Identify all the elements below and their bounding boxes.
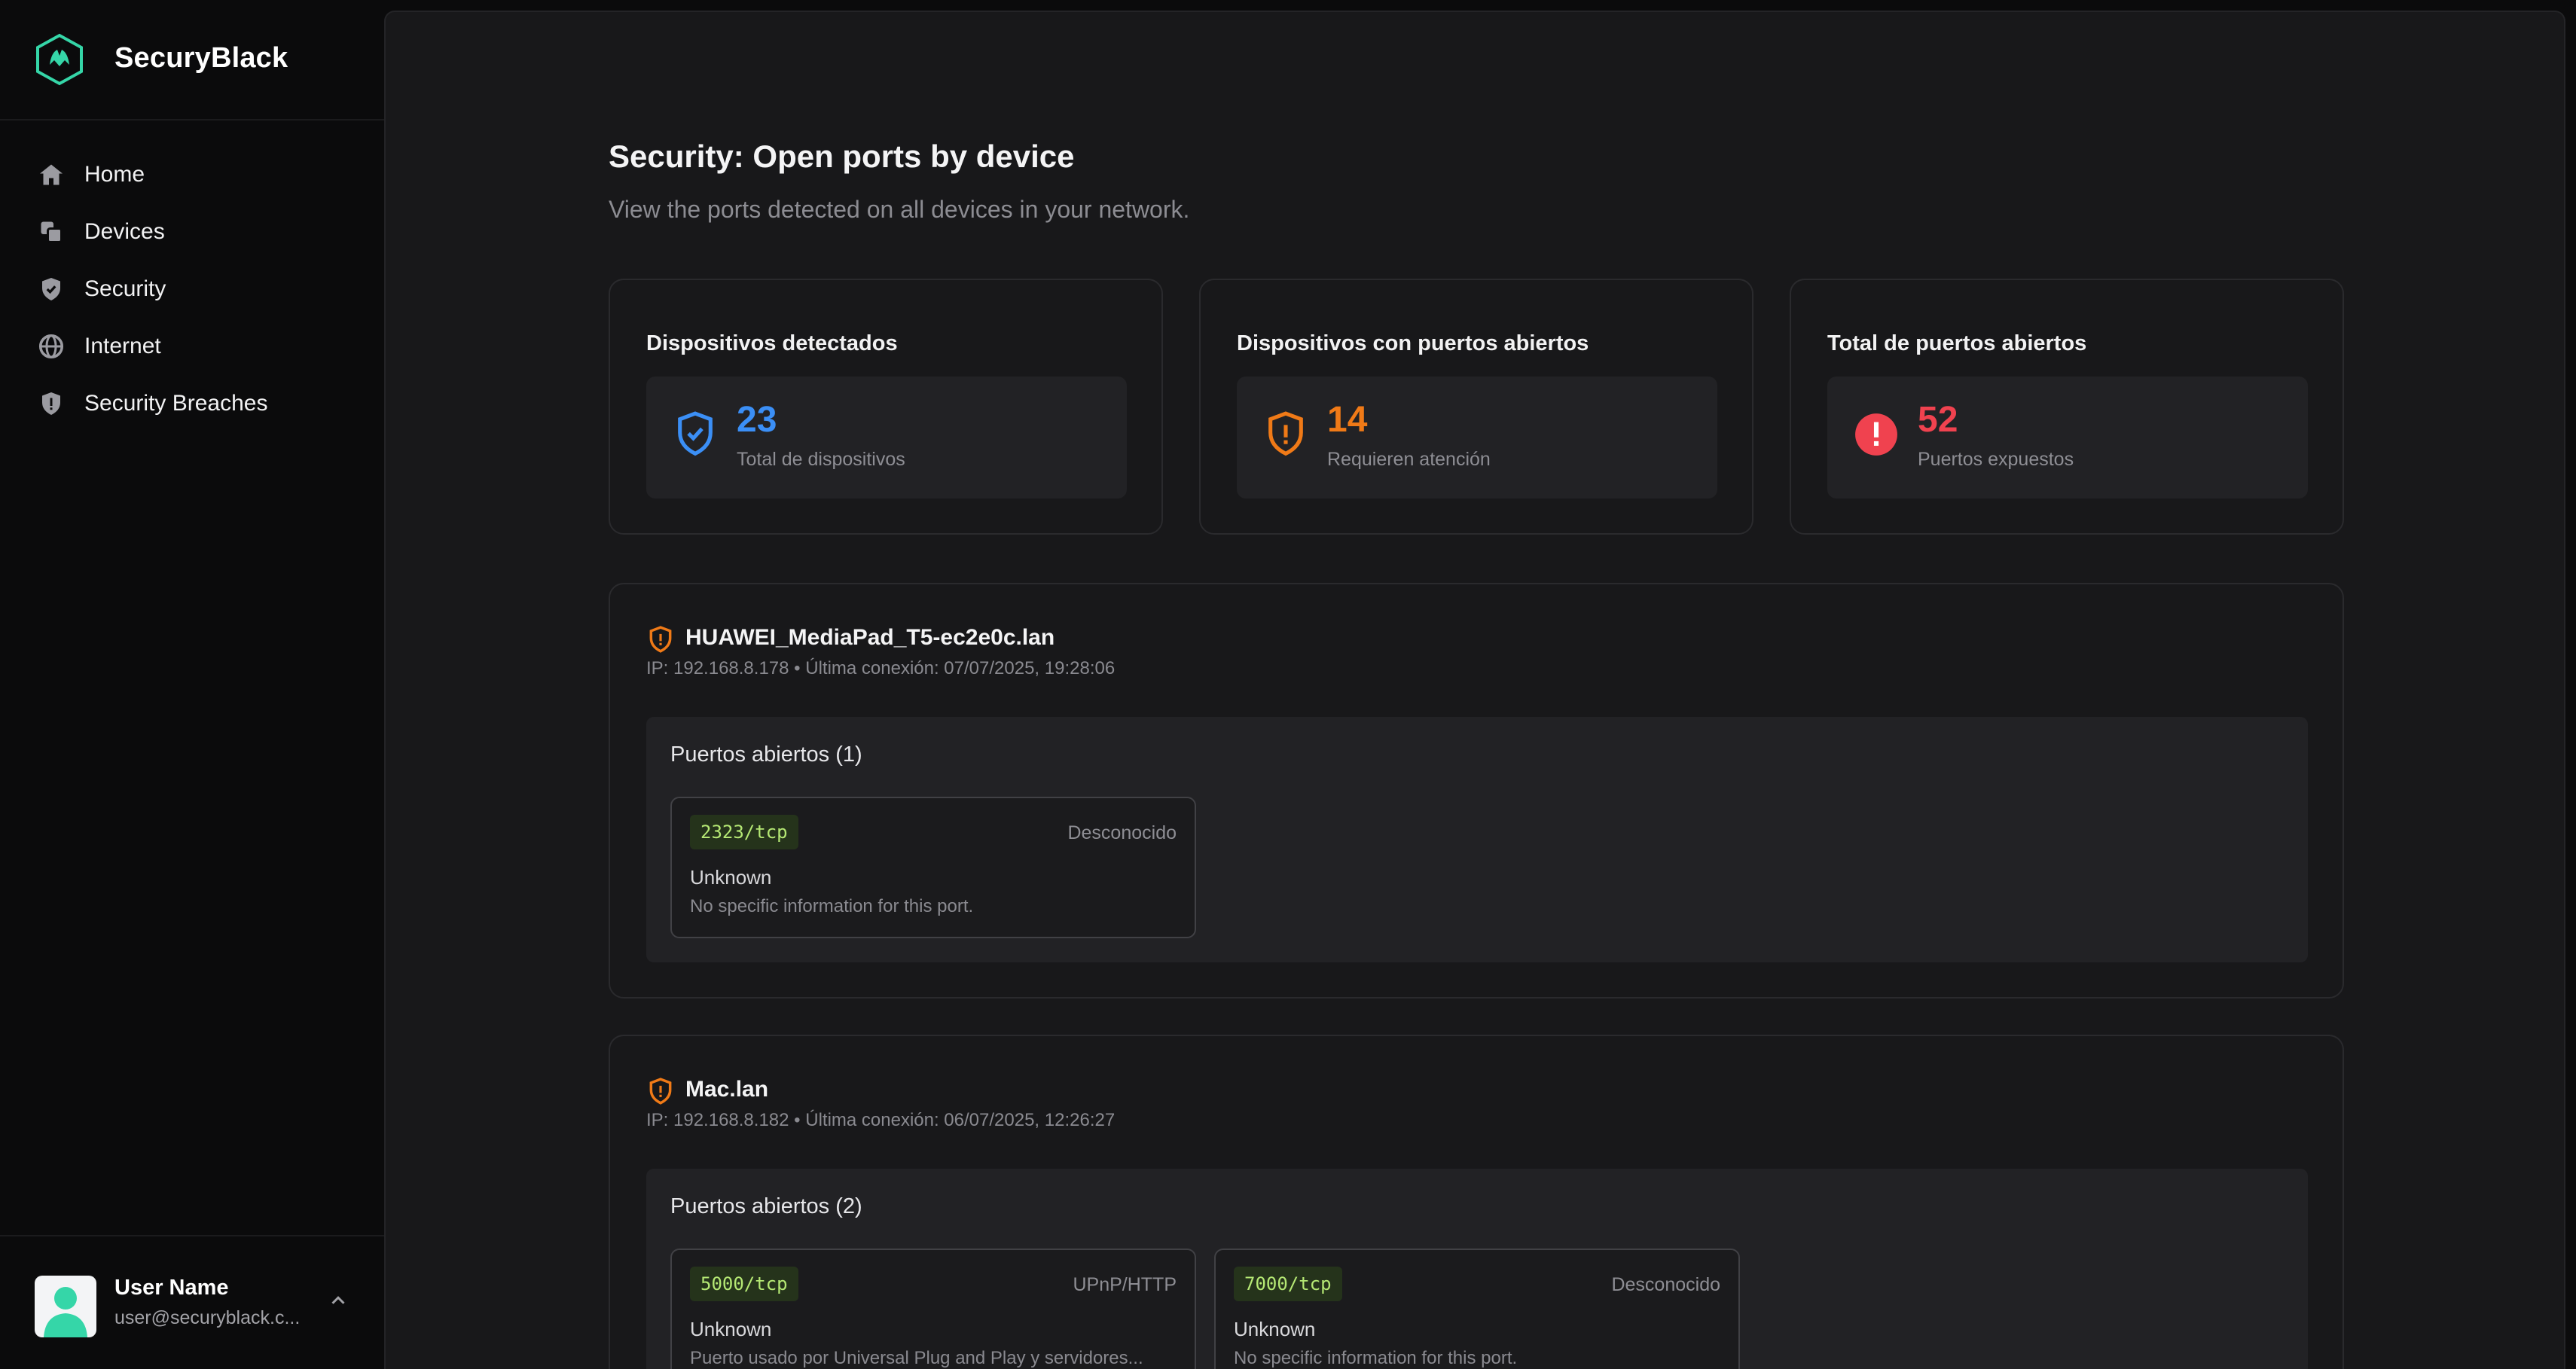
device-card: HUAWEI_MediaPad_T5-ec2e0c.lan IP: 192.16… xyxy=(609,583,2344,999)
sidebar-item-label: Home xyxy=(84,162,145,187)
sidebar-item-security-breaches[interactable]: Security Breaches xyxy=(0,375,384,432)
sidebar-item-label: Internet xyxy=(84,334,161,358)
avatar xyxy=(35,1276,96,1337)
user-avatar-icon xyxy=(44,1287,87,1337)
user-menu[interactable]: User Name user@securyblack.c... xyxy=(0,1235,384,1369)
open-ports-panel: Puertos abiertos (2) 5000/tcp UPnP/HTTP … xyxy=(646,1169,2308,1369)
stat-value: 14 xyxy=(1327,400,1368,440)
device-meta: IP: 192.168.8.182 • Última conexión: 06/… xyxy=(646,1110,1116,1130)
port-card[interactable]: 5000/tcp UPnP/HTTP Unknown Puerto usado … xyxy=(670,1249,1196,1369)
port-number-badge: 7000/tcp xyxy=(1234,1267,1342,1301)
port-number-badge: 2323/tcp xyxy=(690,815,798,849)
page-title: Security: Open ports by device xyxy=(609,139,1075,174)
device-card: Mac.lan IP: 192.168.8.182 • Última conex… xyxy=(609,1035,2344,1369)
brand-name: SecuryBlack xyxy=(114,42,288,74)
port-number-badge: 5000/tcp xyxy=(690,1267,798,1301)
sidebar-item-home[interactable]: Home xyxy=(0,146,384,203)
port-description: No specific information for this port. xyxy=(1234,1348,1518,1368)
port-name: Unknown xyxy=(690,866,772,889)
shield-alert-icon xyxy=(1268,411,1303,456)
sidebar-item-label: Devices xyxy=(84,219,165,244)
globe-icon xyxy=(38,333,65,360)
stat-caption: Requieren atención xyxy=(1327,449,1491,470)
page-subtitle: View the ports detected on all devices i… xyxy=(609,196,1190,223)
stat-caption: Puertos expuestos xyxy=(1918,449,2074,470)
user-name: User Name xyxy=(114,1276,229,1300)
shield-alert-icon xyxy=(649,626,672,653)
sidebar-item-label: Security xyxy=(84,276,166,301)
stat-title: Dispositivos con puertos abiertos xyxy=(1237,331,1589,355)
shield-alert-icon xyxy=(38,390,65,417)
port-card[interactable]: 2323/tcp Desconocido Unknown No specific… xyxy=(670,797,1196,938)
port-card[interactable]: 7000/tcp Desconocido Unknown No specific… xyxy=(1214,1249,1740,1369)
stat-value: 23 xyxy=(737,400,777,440)
sidebar-item-devices[interactable]: Devices xyxy=(0,203,384,261)
open-ports-title: Puertos abiertos (1) xyxy=(670,742,862,767)
port-name: Unknown xyxy=(690,1318,772,1340)
port-service: Desconocido xyxy=(1611,1274,1720,1295)
stat-title: Dispositivos detectados xyxy=(646,331,898,355)
stat-card-devices-open-ports: Dispositivos con puertos abiertos 14 Req… xyxy=(1199,279,1753,535)
port-service: UPnP/HTTP xyxy=(1073,1274,1177,1295)
open-ports-title: Puertos abiertos (2) xyxy=(670,1194,862,1218)
open-ports-panel: Puertos abiertos (1) 2323/tcp Desconocid… xyxy=(646,717,2308,962)
stat-card-total-open-ports: Total de puertos abiertos 52 Puertos exp… xyxy=(1790,279,2344,535)
sidebar-nav: Home Devices Security Internet Security … xyxy=(0,146,384,432)
brand-header: SecuryBlack xyxy=(0,0,384,120)
stat-body: 23 Total de dispositivos xyxy=(646,377,1127,499)
shield-alert-icon xyxy=(649,1078,672,1105)
stat-body: 14 Requieren atención xyxy=(1237,377,1717,499)
port-description: Puerto usado por Universal Plug and Play… xyxy=(690,1348,1143,1368)
device-name: Mac.lan xyxy=(685,1077,769,1102)
stat-title: Total de puertos abiertos xyxy=(1827,331,2087,355)
port-name: Unknown xyxy=(1234,1318,1316,1340)
user-email: user@securyblack.c... xyxy=(114,1307,301,1328)
device-name: HUAWEI_MediaPad_T5-ec2e0c.lan xyxy=(685,625,1055,650)
stat-card-devices-detected: Dispositivos detectados 23 Total de disp… xyxy=(609,279,1163,535)
port-service: Desconocido xyxy=(1067,822,1177,843)
securyblack-logo-icon[interactable] xyxy=(35,33,84,86)
sidebar: SecuryBlack Home Devices Security Intern… xyxy=(0,0,384,1369)
alert-circle-icon xyxy=(1855,413,1897,456)
chevron-up-icon[interactable] xyxy=(327,1289,349,1312)
shield-check-icon xyxy=(38,276,65,303)
home-icon xyxy=(38,161,65,188)
sidebar-item-label: Security Breaches xyxy=(84,391,268,416)
port-description: No specific information for this port. xyxy=(690,896,974,916)
sidebar-item-security[interactable]: Security xyxy=(0,261,384,318)
main-content: Security: Open ports by device View the … xyxy=(384,11,2565,1369)
stat-caption: Total de dispositivos xyxy=(737,449,905,470)
shield-check-icon xyxy=(678,411,713,456)
devices-icon xyxy=(38,218,65,245)
device-meta: IP: 192.168.8.178 • Última conexión: 07/… xyxy=(646,658,1116,678)
stat-body: 52 Puertos expuestos xyxy=(1827,377,2308,499)
stat-value: 52 xyxy=(1918,400,1958,440)
sidebar-item-internet[interactable]: Internet xyxy=(0,318,384,375)
